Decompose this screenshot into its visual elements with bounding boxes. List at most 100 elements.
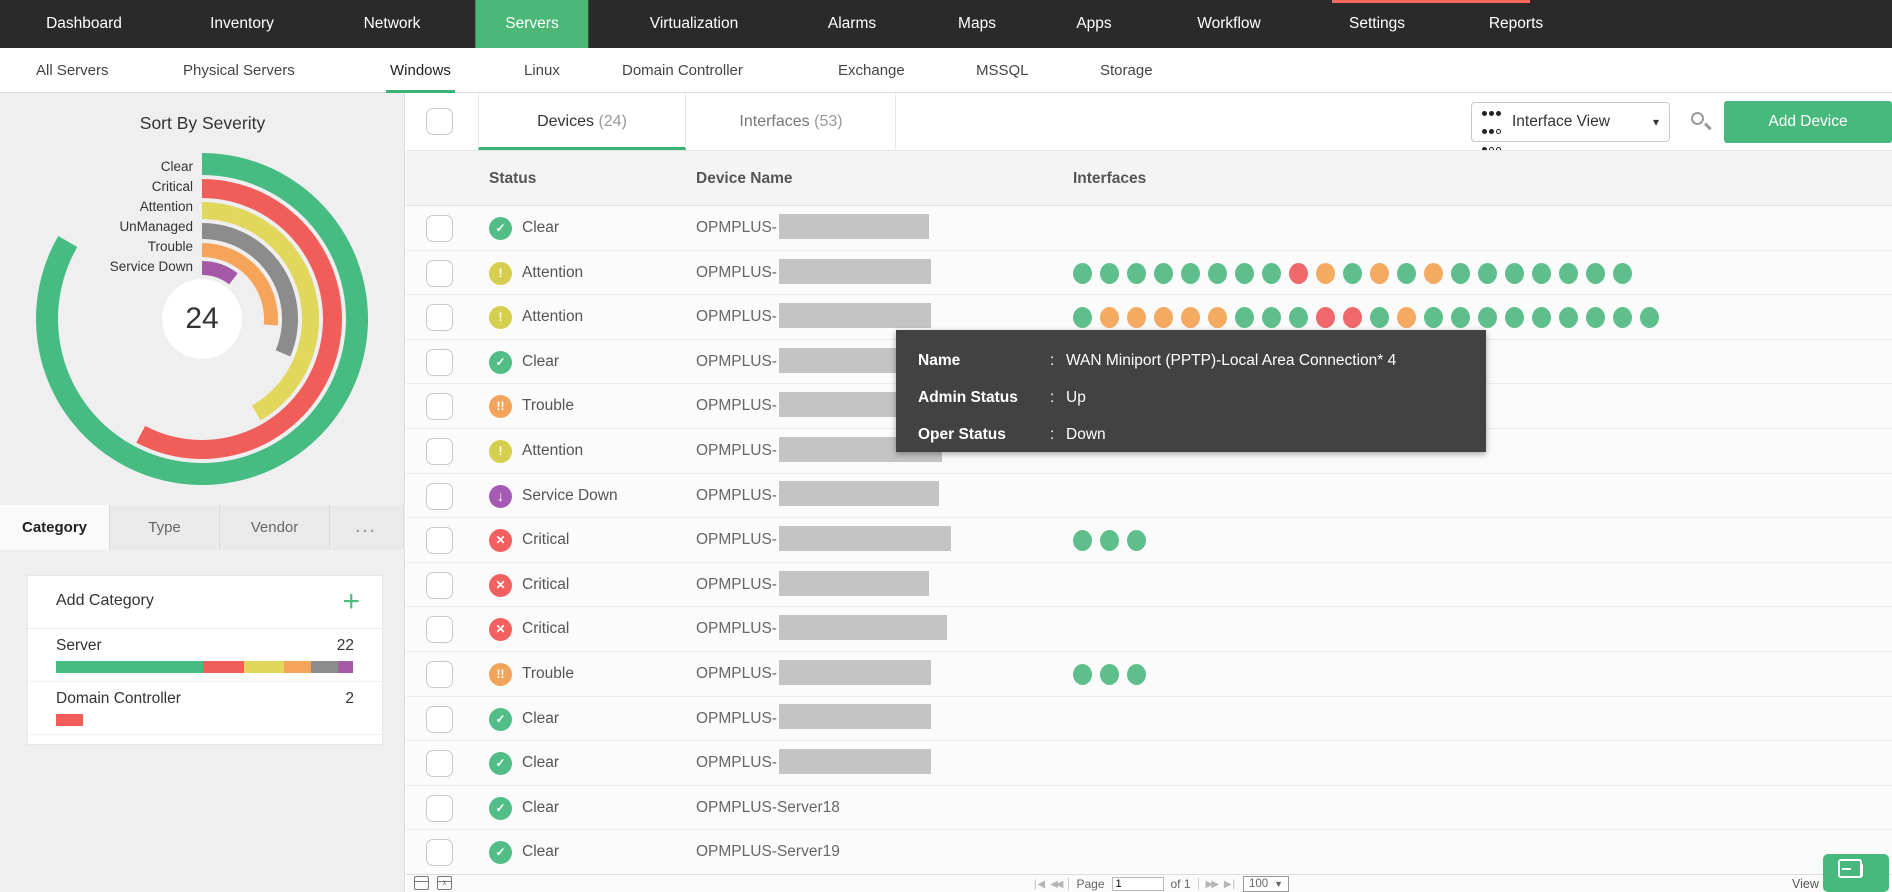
interface-dot[interactable] <box>1343 263 1362 284</box>
device-name[interactable]: OPMPLUS-Server18 <box>696 786 840 831</box>
top-nav-maps[interactable]: Maps <box>928 0 1026 48</box>
device-name[interactable]: OPMPLUS- <box>696 384 929 429</box>
sub-nav-linux[interactable]: Linux <box>524 48 560 93</box>
sub-nav-all-servers[interactable]: All Servers <box>36 48 109 93</box>
interface-dot[interactable] <box>1343 307 1362 328</box>
table-row[interactable]: ✓ClearOPMPLUS- <box>406 741 1892 786</box>
top-nav-network[interactable]: Network <box>334 0 451 48</box>
interface-dot[interactable] <box>1289 307 1308 328</box>
interface-dot[interactable] <box>1397 307 1416 328</box>
top-nav-workflow[interactable]: Workflow <box>1167 0 1290 48</box>
interface-dot[interactable] <box>1154 307 1173 328</box>
interface-dot[interactable] <box>1073 307 1092 328</box>
export-excel-icon[interactable]: x <box>437 876 452 890</box>
interface-dot[interactable] <box>1073 664 1092 685</box>
interface-dot[interactable] <box>1532 307 1551 328</box>
table-row[interactable]: ↓Service DownOPMPLUS- <box>406 474 1892 519</box>
column-header-status[interactable]: Status <box>489 151 536 207</box>
interface-view-dropdown[interactable]: Interface View ▾ <box>1471 102 1670 142</box>
interface-dot[interactable] <box>1559 263 1578 284</box>
column-header-device-name[interactable]: Device Name <box>696 151 793 207</box>
top-nav-inventory[interactable]: Inventory <box>180 0 304 48</box>
top-nav-reports[interactable]: Reports <box>1459 0 1573 48</box>
sub-nav-windows[interactable]: Windows <box>390 48 451 93</box>
top-nav-dashboard[interactable]: Dashboard <box>16 0 152 48</box>
interface-dot[interactable] <box>1478 263 1497 284</box>
interface-dot[interactable] <box>1073 263 1092 284</box>
interface-dot[interactable] <box>1208 307 1227 328</box>
page-size-select[interactable]: 100 ▼ <box>1243 876 1289 892</box>
page-number-input[interactable] <box>1112 877 1164 891</box>
interface-status-dots[interactable] <box>1073 263 1640 289</box>
category-row-domain-controller[interactable]: Domain Controller2 <box>28 682 382 735</box>
interface-dot[interactable] <box>1100 530 1119 551</box>
interface-dot[interactable] <box>1370 307 1389 328</box>
search-icon[interactable] <box>1689 111 1713 135</box>
interface-dot[interactable] <box>1127 664 1146 685</box>
row-checkbox[interactable] <box>426 616 453 643</box>
interface-dot[interactable] <box>1370 263 1389 284</box>
interface-dot[interactable] <box>1127 263 1146 284</box>
table-row[interactable]: ✓ClearOPMPLUS- <box>406 697 1892 742</box>
interface-dot[interactable] <box>1586 307 1605 328</box>
sub-nav-storage[interactable]: Storage <box>1100 48 1153 93</box>
top-nav-alarms[interactable]: Alarms <box>798 0 906 48</box>
interface-dot[interactable] <box>1100 307 1119 328</box>
row-checkbox[interactable] <box>426 260 453 287</box>
interface-dot[interactable] <box>1208 263 1227 284</box>
first-page-icon[interactable]: ❘◀ <box>1031 879 1043 890</box>
top-nav-settings[interactable]: Settings <box>1319 0 1435 48</box>
table-row[interactable]: ✓ClearOPMPLUS-Server18 <box>406 786 1892 831</box>
row-checkbox[interactable] <box>426 661 453 688</box>
sub-nav-domain-controller[interactable]: Domain Controller <box>622 48 743 93</box>
interface-dot[interactable] <box>1613 263 1632 284</box>
sidebar-tab-category[interactable]: Category <box>0 505 110 550</box>
export-table-icon[interactable] <box>414 876 429 890</box>
device-name[interactable]: OPMPLUS- <box>696 741 931 786</box>
interface-dot[interactable] <box>1316 307 1335 328</box>
row-checkbox[interactable] <box>426 706 453 733</box>
interface-dot[interactable] <box>1424 307 1443 328</box>
device-name[interactable]: OPMPLUS- <box>696 206 929 251</box>
interface-dot[interactable] <box>1127 307 1146 328</box>
row-checkbox[interactable] <box>426 349 453 376</box>
table-row[interactable]: ✕CriticalOPMPLUS- <box>406 563 1892 608</box>
tab-interfaces[interactable]: Interfaces (53) <box>687 93 896 150</box>
sidebar-tab-type[interactable]: Type <box>110 505 220 550</box>
interface-dot[interactable] <box>1505 263 1524 284</box>
interface-dot[interactable] <box>1181 307 1200 328</box>
top-nav-servers[interactable]: Servers <box>475 0 588 48</box>
interface-dot[interactable] <box>1235 307 1254 328</box>
row-checkbox[interactable] <box>426 572 453 599</box>
interface-dot[interactable] <box>1478 307 1497 328</box>
interface-dot[interactable] <box>1289 263 1308 284</box>
sidebar-tab-vendor[interactable]: Vendor <box>220 505 330 550</box>
interface-dot[interactable] <box>1316 263 1335 284</box>
interface-dot[interactable] <box>1100 664 1119 685</box>
table-row[interactable]: ✕CriticalOPMPLUS- <box>406 607 1892 652</box>
interface-dot[interactable] <box>1397 263 1416 284</box>
row-checkbox[interactable] <box>426 750 453 777</box>
table-row[interactable]: ✕CriticalOPMPLUS- <box>406 518 1892 563</box>
interface-dot[interactable] <box>1613 307 1632 328</box>
column-header-interfaces[interactable]: Interfaces <box>1073 151 1146 207</box>
table-row[interactable]: !AttentionOPMPLUS- <box>406 251 1892 296</box>
device-name[interactable]: OPMPLUS- <box>696 697 931 742</box>
device-name[interactable]: OPMPLUS- <box>696 563 929 608</box>
tab-devices[interactable]: Devices (24) <box>478 93 686 150</box>
interface-dot[interactable] <box>1181 263 1200 284</box>
interface-dot[interactable] <box>1559 307 1578 328</box>
interface-dot[interactable] <box>1505 307 1524 328</box>
add-device-button[interactable]: Add Device <box>1724 101 1892 143</box>
interface-status-dots[interactable] <box>1073 530 1154 556</box>
row-checkbox[interactable] <box>426 839 453 866</box>
interface-dot[interactable] <box>1235 263 1254 284</box>
row-checkbox[interactable] <box>426 393 453 420</box>
interface-dot[interactable] <box>1154 263 1173 284</box>
top-nav-apps[interactable]: Apps <box>1046 0 1141 48</box>
device-name[interactable]: OPMPLUS- <box>696 518 951 563</box>
sub-nav-physical-servers[interactable]: Physical Servers <box>183 48 295 93</box>
device-name[interactable]: OPMPLUS-Server19 <box>696 830 840 875</box>
row-checkbox[interactable] <box>426 215 453 242</box>
plus-icon[interactable]: + <box>342 584 360 620</box>
